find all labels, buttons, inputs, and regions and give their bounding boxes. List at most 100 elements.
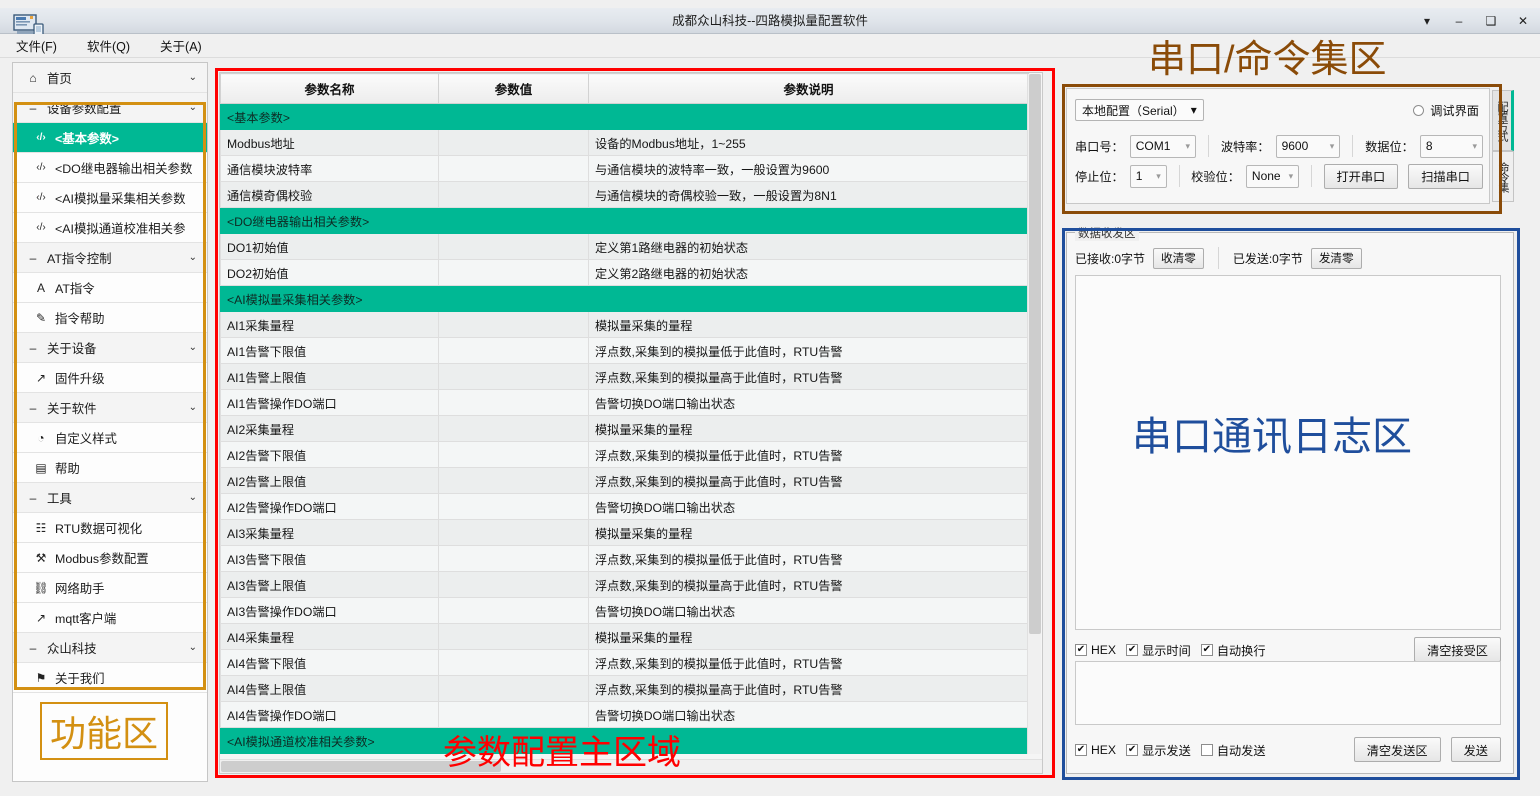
clear-send-area-button[interactable]: 清空发送区 (1353, 737, 1441, 762)
sidebar-item-5[interactable]: ‹/› <AI模拟通道校准相关参 (13, 213, 207, 243)
param-value-cell[interactable] (438, 649, 589, 676)
chevron-down-icon[interactable]: ⌄ (189, 252, 197, 263)
checkbox-icon[interactable] (1126, 743, 1139, 756)
sidebar-item-13[interactable]: ▤ 帮助 (13, 453, 207, 483)
param-value-cell[interactable] (438, 415, 589, 442)
param-value-cell[interactable] (438, 571, 589, 598)
checkbox-icon[interactable] (1200, 743, 1213, 756)
recv-show-time-checkbox[interactable]: 显示时间 (1126, 641, 1191, 659)
baud-select[interactable]: 9600 ▾ (1275, 134, 1341, 158)
table-row[interactable]: AI4告警下限值 浮点数,采集到的模拟量低于此值时，RTU告警 (220, 649, 1029, 676)
chevron-down-icon[interactable]: ⌄ (189, 72, 197, 83)
chevron-down-icon[interactable]: ⌄ (189, 642, 197, 653)
menu-about[interactable]: 关于(A) (156, 34, 206, 57)
param-value-cell[interactable] (438, 467, 589, 494)
sidebar-item-1[interactable]: – 设备参数配置 ⌄ (13, 93, 207, 123)
table-row[interactable]: AI2告警上限值 浮点数,采集到的模拟量高于此值时，RTU告警 (220, 467, 1029, 494)
column-header-value[interactable]: 参数值 (438, 73, 589, 104)
table-row[interactable]: AI3采集量程 模拟量采集的量程 (220, 519, 1029, 546)
table-row[interactable]: AI1告警上限值 浮点数,采集到的模拟量高于此值时，RTU告警 (220, 363, 1029, 390)
param-value-cell[interactable] (438, 493, 589, 520)
sidebar-item-7[interactable]: A AT指令 (13, 273, 207, 303)
table-row[interactable]: AI2告警操作DO端口 告警切换DO端口输出状态 (220, 493, 1029, 520)
param-value-cell[interactable] (438, 701, 589, 728)
column-header-desc[interactable]: 参数说明 (588, 73, 1029, 104)
parity-select[interactable]: None ▾ (1245, 164, 1300, 188)
stopbits-select[interactable]: 1 ▾ (1129, 164, 1167, 188)
checkbox-icon[interactable] (1126, 643, 1139, 656)
sidebar-item-9[interactable]: – 关于设备 ⌄ (13, 333, 207, 363)
param-value-cell[interactable] (438, 623, 589, 650)
send-hex-checkbox[interactable]: HEX (1075, 743, 1116, 757)
clear-sent-counter-button[interactable]: 发清零 (1310, 247, 1362, 269)
chevron-down-icon[interactable]: ⌄ (189, 102, 197, 113)
radio-icon[interactable] (1413, 104, 1425, 116)
sidebar-item-15[interactable]: ☷ RTU数据可视化 (13, 513, 207, 543)
minimize-button[interactable]: – (1450, 12, 1468, 30)
titlebar-dropdown-button[interactable]: ▾ (1418, 12, 1436, 30)
send-auto-send-checkbox[interactable]: 自动发送 (1200, 741, 1266, 759)
menu-software[interactable]: 软件(Q) (83, 34, 134, 57)
send-button[interactable]: 发送 (1450, 737, 1501, 762)
table-section-row[interactable]: <基本参数> (220, 103, 1029, 130)
table-row[interactable]: AI1告警操作DO端口 告警切换DO端口输出状态 (220, 389, 1029, 416)
table-row[interactable]: AI3告警操作DO端口 告警切换DO端口输出状态 (220, 597, 1029, 624)
maximize-button[interactable]: ❑ (1482, 12, 1500, 30)
sidebar-item-10[interactable]: ↗ 固件升级 (13, 363, 207, 393)
close-button[interactable]: ✕ (1514, 12, 1532, 30)
table-row[interactable]: AI3告警下限值 浮点数,采集到的模拟量低于此值时，RTU告警 (220, 545, 1029, 572)
table-section-row[interactable]: <AI模拟量采集相关参数> (220, 285, 1029, 312)
param-value-cell[interactable] (438, 155, 589, 182)
table-row[interactable]: 通信模奇偶校验 与通信模块的奇偶校验一致，一般设置为8N1 (220, 181, 1029, 208)
table-row[interactable]: AI2采集量程 模拟量采集的量程 (220, 415, 1029, 442)
table-vertical-scrollbar[interactable] (1027, 74, 1041, 754)
table-row[interactable]: AI3告警上限值 浮点数,采集到的模拟量高于此值时，RTU告警 (220, 571, 1029, 598)
sidebar-item-12[interactable]: ◔ 自定义样式 (13, 423, 207, 453)
param-value-cell[interactable] (438, 259, 589, 286)
sidebar-item-2[interactable]: ‹/› <基本参数> (13, 123, 207, 153)
tab-command-set[interactable]: 命令集 (1492, 151, 1514, 202)
param-value-cell[interactable] (438, 129, 589, 156)
sidebar-item-3[interactable]: ‹/› <DO继电器输出相关参数 (13, 153, 207, 183)
checkbox-icon[interactable] (1075, 743, 1087, 756)
sidebar-item-4[interactable]: ‹/› <AI模拟量采集相关参数 (13, 183, 207, 213)
chevron-down-icon[interactable]: ⌄ (189, 342, 197, 353)
param-value-cell[interactable] (438, 207, 589, 234)
sidebar-item-17[interactable]: ⛓ 网络助手 (13, 573, 207, 603)
param-value-cell[interactable] (438, 337, 589, 364)
param-value-cell[interactable] (438, 441, 589, 468)
table-row[interactable]: 通信模块波特率 与通信模块的波特率一致，一般设置为9600 (220, 155, 1029, 182)
sidebar-item-16[interactable]: ⚒ Modbus参数配置 (13, 543, 207, 573)
sidebar-item-11[interactable]: – 关于软件 ⌄ (13, 393, 207, 423)
table-row[interactable]: DO2初始值 定义第2路继电器的初始状态 (220, 259, 1029, 286)
databits-select[interactable]: 8 ▾ (1419, 134, 1484, 158)
clear-receive-area-button[interactable]: 清空接受区 (1414, 637, 1501, 662)
sidebar-item-19[interactable]: – 众山科技 ⌄ (13, 633, 207, 663)
table-row[interactable]: AI2告警下限值 浮点数,采集到的模拟量低于此值时，RTU告警 (220, 441, 1029, 468)
recv-auto-wrap-checkbox[interactable]: 自动换行 (1200, 641, 1266, 659)
vertical-scroll-thumb[interactable] (1029, 74, 1041, 634)
open-serial-port-button[interactable]: 打开串口 (1323, 163, 1399, 189)
sidebar-item-6[interactable]: – AT指令控制 ⌄ (13, 243, 207, 273)
param-value-cell[interactable] (438, 103, 589, 130)
port-select[interactable]: COM1 ▾ (1129, 134, 1197, 158)
table-row[interactable]: AI4告警上限值 浮点数,采集到的模拟量高于此值时，RTU告警 (220, 675, 1029, 702)
send-show-send-checkbox[interactable]: 显示发送 (1126, 741, 1191, 759)
sidebar-item-0[interactable]: ⌂ 首页 ⌄ (13, 63, 207, 93)
checkbox-icon[interactable] (1200, 643, 1213, 656)
checkbox-icon[interactable] (1075, 643, 1087, 656)
param-value-cell[interactable] (438, 311, 589, 338)
menu-file[interactable]: 文件(F) (12, 34, 61, 57)
table-row[interactable]: AI4告警操作DO端口 告警切换DO端口输出状态 (220, 701, 1029, 728)
param-value-cell[interactable] (438, 519, 589, 546)
table-section-row[interactable]: <DO继电器输出相关参数> (220, 207, 1029, 234)
debug-ui-radio[interactable]: 调试界面 (1413, 101, 1479, 119)
chevron-down-icon[interactable]: ⌄ (189, 402, 197, 413)
table-row[interactable]: AI1采集量程 模拟量采集的量程 (220, 311, 1029, 338)
param-value-cell[interactable] (438, 233, 589, 260)
scan-serial-port-button[interactable]: 扫描串口 (1408, 163, 1483, 189)
table-row[interactable]: DO1初始值 定义第1路继电器的初始状态 (220, 233, 1029, 260)
column-header-name[interactable]: 参数名称 (220, 73, 439, 104)
param-value-cell[interactable] (438, 181, 589, 208)
sidebar-item-14[interactable]: – 工具 ⌄ (13, 483, 207, 513)
